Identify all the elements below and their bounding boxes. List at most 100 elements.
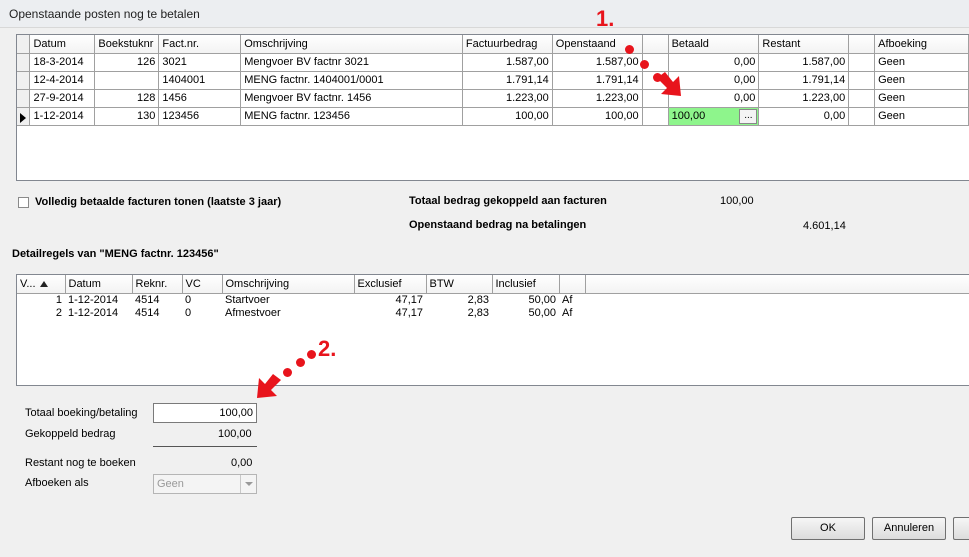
sort-asc-icon	[39, 280, 48, 287]
window-title: Openstaande posten nog te betalen	[9, 7, 200, 21]
cell-datum: 1-12-2014	[68, 293, 119, 306]
ellipsis-button[interactable]: ...	[739, 108, 758, 124]
cell-factnr: 1456	[158, 89, 242, 108]
betaald-input[interactable]: 100,00	[669, 110, 740, 122]
cell-inclusief: 50,00	[528, 306, 556, 319]
cell-omschrijving: Mengvoer BV factnr. 1456	[240, 89, 463, 108]
detail-grid[interactable]: V... Datum Reknr. VC Omschrijving Exclus…	[16, 274, 969, 386]
cell-af: Af	[562, 306, 573, 319]
detail-title: Detailregels van "MENG factnr. 123456"	[12, 248, 219, 260]
cell-betaald-editing[interactable]: 100,00 ...	[668, 107, 760, 126]
table-row[interactable]: 12-4-2014 1404001 MENG factnr. 1404001/0…	[17, 71, 969, 90]
cell-datum: 18-3-2014	[29, 53, 96, 72]
cell-spacer-2	[848, 89, 876, 108]
row-pointer-icon	[20, 113, 27, 123]
cell-spacer-2	[848, 107, 876, 126]
show-paid-checkbox[interactable]	[18, 197, 29, 208]
col-omschrijving[interactable]: Omschrijving	[222, 275, 355, 294]
col-vc[interactable]: VC	[182, 275, 223, 294]
cell-boekstuknr: 126	[94, 53, 160, 72]
row-indicator	[17, 53, 31, 72]
col-af[interactable]	[559, 275, 586, 294]
cell-exclusief: 47,17	[395, 306, 423, 319]
cell-betaald[interactable]: 0,00	[668, 53, 760, 72]
cell-factuurbedrag: 100,00	[462, 107, 553, 126]
cell-boekstuknr: 130	[94, 107, 160, 126]
col-restant[interactable]: Restant	[758, 35, 850, 54]
cell-factnr: 123456	[158, 107, 242, 126]
cell-spacer-2	[848, 53, 876, 72]
list-item[interactable]: 1 1-12-2014 4514 0 Startvoer 47,17 2,83 …	[17, 293, 969, 306]
cell-datum: 27-9-2014	[29, 89, 96, 108]
col-spacer-2	[848, 35, 876, 54]
cell-openstaand: 100,00	[552, 107, 643, 126]
col-betaald[interactable]: Betaald	[668, 35, 760, 54]
extra-button[interactable]	[953, 517, 969, 540]
chevron-down-icon[interactable]	[240, 475, 256, 493]
annotation-arrow-icon	[657, 72, 681, 96]
invoices-header-row: Datum Boekstuknr Fact.nr. Omschrijving F…	[17, 35, 969, 54]
cell-datum: 1-12-2014	[29, 107, 96, 126]
cell-btw: 2,83	[467, 293, 489, 306]
table-row-selected[interactable]: 1-12-2014 130 123456 MENG factnr. 123456…	[17, 107, 969, 126]
col-factuurbedrag[interactable]: Factuurbedrag	[462, 35, 553, 54]
cell-afboeking[interactable]: Geen	[874, 53, 969, 72]
cell-reknr: 4514	[135, 293, 160, 306]
col-inclusief[interactable]: Inclusief	[492, 275, 560, 294]
cell-afboeking[interactable]: Geen	[874, 107, 969, 126]
cell-reknr: 4514	[135, 306, 160, 319]
cell-restant: 0,00	[758, 107, 850, 126]
cell-af: Af	[562, 293, 573, 306]
col-factnr[interactable]: Fact.nr.	[158, 35, 242, 54]
row-indicator	[17, 71, 31, 90]
linked-total-label: Totaal bedrag gekoppeld aan facturen	[409, 195, 607, 207]
col-btw[interactable]: BTW	[426, 275, 493, 294]
row-indicator	[17, 89, 31, 108]
cell-omschrijving: Startvoer	[225, 293, 270, 306]
cell-boekstuknr: 128	[94, 89, 160, 108]
annotation-dot	[640, 60, 649, 69]
cell-openstaand: 1.587,00	[552, 53, 643, 72]
ok-button[interactable]: OK	[791, 517, 865, 540]
cell-spacer-2	[848, 71, 876, 90]
col-exclusief[interactable]: Exclusief	[354, 275, 427, 294]
total-booking-input[interactable]: 100,00	[153, 403, 257, 423]
writeoff-select[interactable]: Geen	[153, 474, 257, 494]
title-bar: Openstaande posten nog te betalen	[0, 0, 969, 28]
show-paid-label[interactable]: Volledig betaalde facturen tonen (laatst…	[35, 196, 281, 208]
cancel-button[interactable]: Annuleren	[872, 517, 946, 540]
invoices-grid[interactable]: Datum Boekstuknr Fact.nr. Omschrijving F…	[16, 34, 969, 181]
row-indicator	[17, 107, 31, 126]
col-reknr[interactable]: Reknr.	[132, 275, 183, 294]
col-datum[interactable]: Datum	[65, 275, 133, 294]
table-row[interactable]: 18-3-2014 126 3021 Mengvoer BV factnr 30…	[17, 53, 969, 72]
row-indicator-header	[17, 35, 31, 54]
col-v[interactable]: V...	[17, 275, 66, 294]
col-datum[interactable]: Datum	[29, 35, 96, 54]
total-booking-label: Totaal boeking/betaling	[25, 407, 138, 419]
rest-label: Restant nog te boeken	[25, 457, 136, 469]
cell-omschrijving: MENG factnr. 1404001/0001	[240, 71, 463, 90]
cell-factuurbedrag: 1.791,14	[462, 71, 553, 90]
cell-omschrijving: Afmestvoer	[225, 306, 281, 319]
writeoff-value: Geen	[157, 478, 184, 490]
cell-factnr: 1404001	[158, 71, 242, 90]
col-boekstuknr[interactable]: Boekstuknr	[94, 35, 160, 54]
rest-value: 0,00	[231, 457, 253, 469]
cell-v: 1	[55, 293, 62, 306]
col-afboeking[interactable]: Afboeking	[874, 35, 969, 54]
cell-omschrijving: MENG factnr. 123456	[240, 107, 463, 126]
table-row[interactable]: 27-9-2014 128 1456 Mengvoer BV factnr. 1…	[17, 89, 969, 108]
list-item[interactable]: 2 1-12-2014 4514 0 Afmestvoer 47,17 2,83…	[17, 306, 969, 319]
cell-restant: 1.587,00	[758, 53, 850, 72]
linked-amount-label: Gekoppeld bedrag	[25, 428, 116, 440]
cell-factuurbedrag: 1.223,00	[462, 89, 553, 108]
cell-spacer	[642, 107, 669, 126]
col-omschrijving[interactable]: Omschrijving	[240, 35, 463, 54]
cell-afboeking[interactable]: Geen	[874, 71, 969, 90]
cell-factuurbedrag: 1.587,00	[462, 53, 553, 72]
cell-datum: 1-12-2014	[68, 306, 119, 319]
cell-factnr: 3021	[158, 53, 242, 72]
annotation-arrow-icon	[257, 374, 281, 398]
cell-afboeking[interactable]: Geen	[874, 89, 969, 108]
